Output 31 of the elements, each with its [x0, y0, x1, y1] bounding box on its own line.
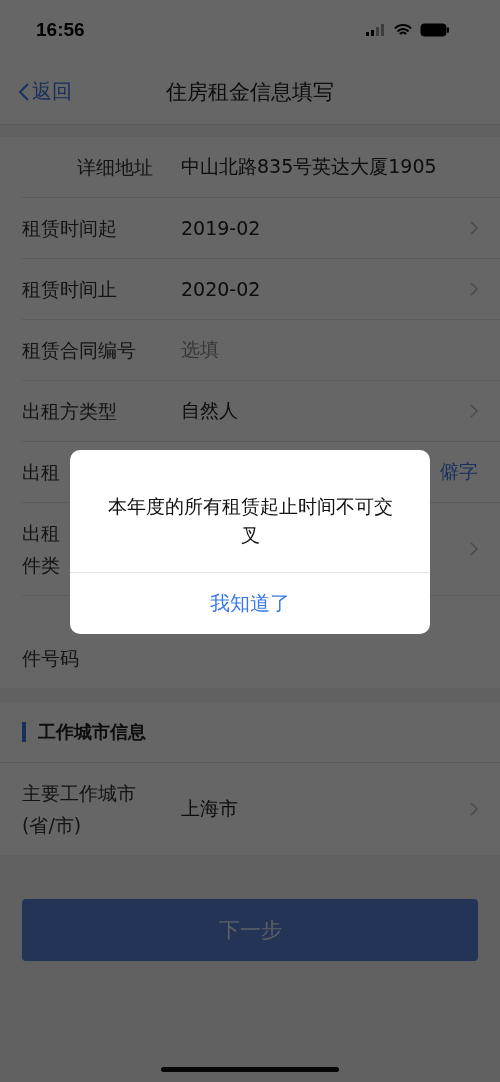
chevron-right-icon [470, 542, 478, 556]
field-label: 租赁时间起 [22, 216, 118, 241]
field-label: 出租 件类 [22, 521, 61, 578]
chevron-right-icon [470, 802, 478, 816]
status-time: 16:56 [36, 19, 85, 41]
confirm-button[interactable]: 我知道了 [70, 572, 430, 634]
back-button[interactable]: 返回 [18, 78, 72, 105]
battery-icon [420, 23, 450, 37]
alert-message: 本年度的所有租赁起止时间不可交叉 [106, 494, 394, 548]
chevron-left-icon [18, 81, 30, 102]
chevron-right-icon [470, 282, 478, 296]
section-marker [22, 722, 26, 742]
chevron-right-icon [470, 221, 478, 235]
field-label: 租赁时间止 [22, 277, 118, 302]
field-label: 出租方类型 [22, 399, 118, 424]
rare-character-link[interactable]: 僻字 [440, 459, 478, 485]
wifi-icon [394, 23, 412, 37]
chevron-right-icon [470, 404, 478, 418]
signal-icon [366, 24, 386, 36]
field-label: 租赁合同编号 [22, 338, 137, 363]
section-title: 工作城市信息 [38, 720, 146, 744]
field-value[interactable]: 上海市 [181, 796, 470, 822]
field-value[interactable]: 2019-02 [181, 217, 470, 239]
field-value[interactable]: 自然人 [181, 398, 470, 424]
field-value: 中山北路835号英达大厦1905 [181, 154, 438, 179]
field-label: 详细地址 [76, 155, 154, 180]
field-label: 主要工作城市 (省/市) [22, 781, 137, 838]
field-value[interactable]: 2020-02 [181, 278, 470, 300]
field-label: 件号码 [22, 646, 80, 671]
field-label: 出租 [22, 460, 61, 485]
page-title: 住房租金信息填写 [166, 79, 334, 106]
